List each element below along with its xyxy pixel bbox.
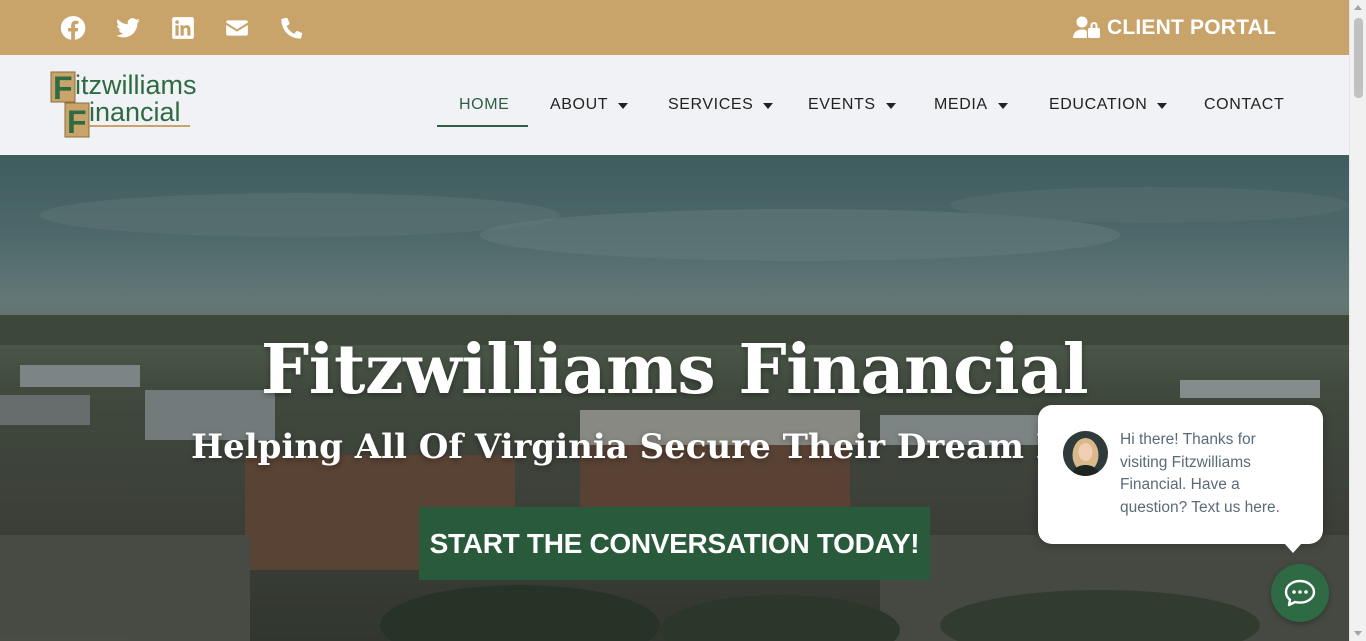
start-conversation-button[interactable]: START THE CONVERSATION TODAY! [419, 507, 930, 580]
chat-launcher-button[interactable] [1271, 564, 1329, 622]
user-lock-icon [1072, 16, 1100, 38]
facebook-icon[interactable] [58, 0, 88, 55]
phone-icon[interactable] [277, 0, 307, 55]
hero-title: Fitzwilliams Financial [260, 330, 1089, 410]
nav-home-label: HOME [459, 96, 510, 113]
linkedin-icon[interactable] [168, 0, 198, 55]
nav-contact-label: CONTACT [1204, 96, 1285, 113]
page-scrollbar[interactable] [1349, 0, 1366, 641]
chat-greeting-bubble[interactable]: Hi there! Thanks for visiting Fitzwillia… [1038, 405, 1323, 553]
svg-text:itzwilliams: itzwilliams [75, 70, 197, 100]
nav-education-label: EDUCATION [1049, 96, 1148, 113]
hero-section: Fitzwilliams Financial Helping All Of Vi… [0, 155, 1349, 641]
caret-down-icon [618, 103, 629, 109]
nav-services-label: SERVICES [668, 96, 754, 113]
scroll-up-icon[interactable] [1354, 5, 1362, 10]
scroll-thumb[interactable] [1354, 18, 1363, 98]
nav-services[interactable]: SERVICES [668, 55, 774, 155]
nav-events-label: EVENTS [808, 96, 876, 113]
chat-message: Hi there! Thanks for visiting Fitzwillia… [1120, 431, 1280, 516]
nav-events[interactable]: EVENTS [808, 55, 896, 155]
caret-down-icon [1157, 103, 1168, 109]
nav-active-indicator [437, 125, 528, 127]
twitter-icon[interactable] [113, 0, 143, 55]
svg-text:F: F [67, 104, 87, 140]
site-header: F F itzwilliams inancial HOME ABOUT SERV… [0, 55, 1349, 155]
nav-media[interactable]: MEDIA [934, 55, 1008, 155]
nav-home[interactable]: HOME [459, 55, 509, 155]
nav-contact[interactable]: CONTACT [1204, 55, 1284, 155]
svg-text:inancial: inancial [89, 97, 181, 127]
nav-media-label: MEDIA [934, 96, 988, 113]
client-portal-label: CLIENT PORTAL [1106, 15, 1276, 39]
advisor-avatar [1063, 431, 1108, 476]
caret-down-icon [885, 103, 896, 109]
caret-down-icon [763, 103, 774, 109]
svg-text:F: F [53, 70, 73, 106]
nav-about[interactable]: ABOUT [550, 55, 629, 155]
client-portal-link[interactable]: CLIENT PORTAL [1072, 0, 1276, 55]
nav-education[interactable]: EDUCATION [1049, 55, 1168, 155]
logo[interactable]: F F itzwilliams inancial [48, 69, 223, 141]
email-icon[interactable] [222, 0, 252, 55]
top-bar: CLIENT PORTAL [0, 0, 1349, 55]
chat-icon [1284, 579, 1316, 607]
nav-about-label: ABOUT [550, 96, 609, 113]
caret-down-icon [997, 103, 1008, 109]
scroll-down-icon[interactable] [1354, 631, 1362, 636]
